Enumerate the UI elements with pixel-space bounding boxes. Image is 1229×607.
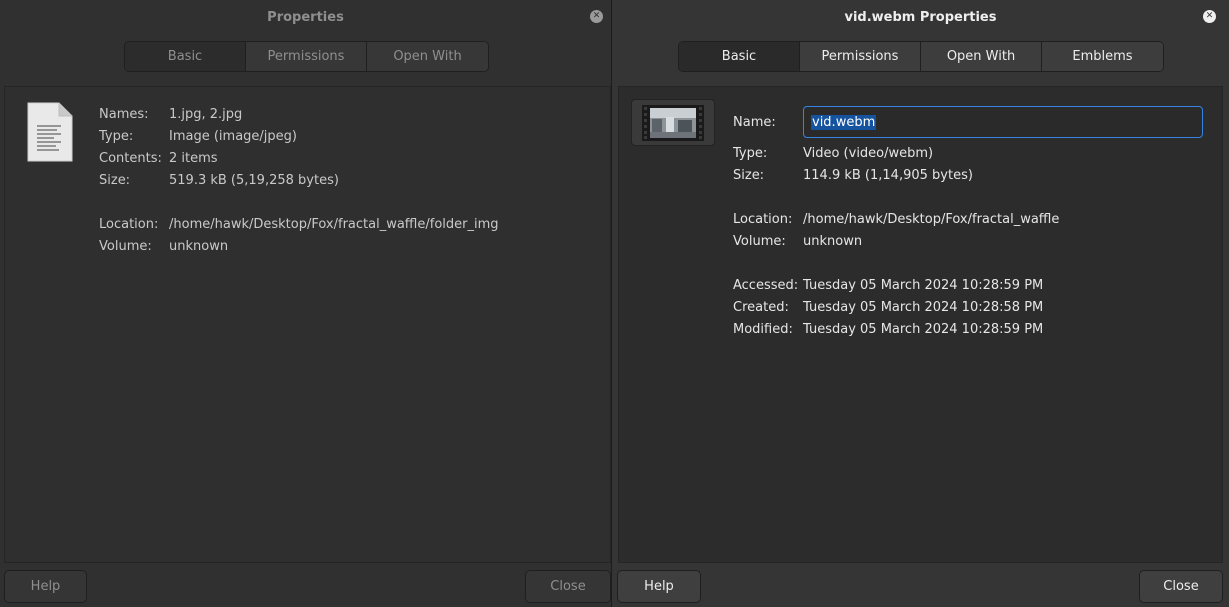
tab-permissions[interactable]: Permissions (800, 42, 921, 71)
volume-value: unknown (169, 238, 229, 254)
window-title: Properties (267, 9, 344, 25)
properties-window-right: vid.webm Properties ✕ Basic Permissions … (611, 0, 1229, 607)
size-row: Size: 519.3 kB (5,19,258 bytes) (99, 171, 339, 189)
type-value: Image (image/jpeg) (169, 128, 297, 144)
properties-window-left: Properties ✕ Basic Permissions Open With (0, 0, 611, 607)
size-label: Size: (733, 167, 765, 183)
type-label: Type: (99, 128, 134, 144)
help-button[interactable]: Help (617, 570, 701, 603)
names-label: Names: (99, 106, 149, 122)
size-value: 519.3 kB (5,19,258 bytes) (169, 172, 339, 188)
modified-value: Tuesday 05 March 2024 10:28:59 PM (803, 321, 1044, 337)
contents-label: Contents: (99, 150, 162, 166)
created-row: Created: Tuesday 05 March 2024 10:28:58 … (733, 298, 1043, 316)
names-row: Names: 1.jpg, 2.jpg (99, 105, 242, 123)
name-label: Name: (733, 114, 776, 130)
accessed-row: Accessed: Tuesday 05 March 2024 10:28:59… (733, 276, 1043, 294)
text-document-icon (27, 102, 73, 166)
location-label: Location: (733, 211, 793, 227)
volume-label: Volume: (733, 233, 786, 249)
type-row: Type: Video (video/webm) (733, 144, 933, 162)
tab-basic[interactable]: Basic (125, 42, 246, 71)
location-row: Location: /home/hawk/Desktop/Fox/fractal… (733, 210, 1059, 228)
tab-permissions[interactable]: Permissions (246, 42, 367, 71)
close-icon[interactable]: ✕ (590, 10, 603, 23)
type-row: Type: Image (image/jpeg) (99, 127, 297, 145)
window-title: vid.webm Properties (844, 9, 997, 25)
close-button[interactable]: Close (525, 570, 611, 603)
location-label: Location: (99, 216, 159, 232)
volume-value: unknown (803, 233, 863, 249)
close-icon[interactable]: ✕ (1203, 10, 1216, 23)
tab-basic[interactable]: Basic (679, 42, 800, 71)
tab-open-with[interactable]: Open With (367, 42, 488, 71)
tab-bar: Basic Permissions Open With Emblems (678, 41, 1164, 72)
location-row: Location: /home/hawk/Desktop/Fox/fractal… (99, 215, 499, 233)
tab-bar: Basic Permissions Open With (124, 41, 489, 72)
video-thumbnail-icon[interactable] (631, 99, 715, 146)
tab-emblems[interactable]: Emblems (1042, 42, 1163, 71)
close-button[interactable]: Close (1139, 570, 1223, 603)
accessed-value: Tuesday 05 March 2024 10:28:59 PM (803, 277, 1044, 293)
created-label: Created: (733, 299, 789, 315)
name-field[interactable]: vid.webm (803, 106, 1203, 138)
modified-row: Modified: Tuesday 05 March 2024 10:28:59… (733, 320, 1043, 338)
volume-label: Volume: (99, 238, 152, 254)
size-value: 114.9 kB (1,14,905 bytes) (803, 167, 973, 183)
type-value: Video (video/webm) (803, 145, 934, 161)
size-label: Size: (99, 172, 131, 188)
contents-value: 2 items (169, 150, 218, 166)
volume-row: Volume: unknown (99, 237, 228, 255)
contents-row: Contents: 2 items (99, 149, 218, 167)
volume-row: Volume: unknown (733, 232, 862, 250)
size-row: Size: 114.9 kB (1,14,905 bytes) (733, 166, 973, 184)
name-field-value: vid.webm (811, 114, 877, 130)
help-button[interactable]: Help (4, 570, 87, 603)
accessed-label: Accessed: (733, 277, 799, 293)
name-label-row: Name: (733, 113, 803, 131)
titlebar[interactable]: Properties ✕ (0, 0, 611, 34)
titlebar[interactable]: vid.webm Properties ✕ (612, 0, 1229, 34)
basic-panel: Names: 1.jpg, 2.jpg Type: Image (image/j… (4, 86, 611, 563)
type-label: Type: (733, 145, 768, 161)
tab-open-with[interactable]: Open With (921, 42, 1042, 71)
location-value[interactable]: /home/hawk/Desktop/Fox/fractal_waffle/fo… (169, 217, 499, 232)
created-value: Tuesday 05 March 2024 10:28:58 PM (803, 299, 1044, 315)
names-value: 1.jpg, 2.jpg (169, 106, 243, 122)
location-value[interactable]: /home/hawk/Desktop/Fox/fractal_waffle (803, 212, 1059, 227)
modified-label: Modified: (733, 321, 793, 337)
